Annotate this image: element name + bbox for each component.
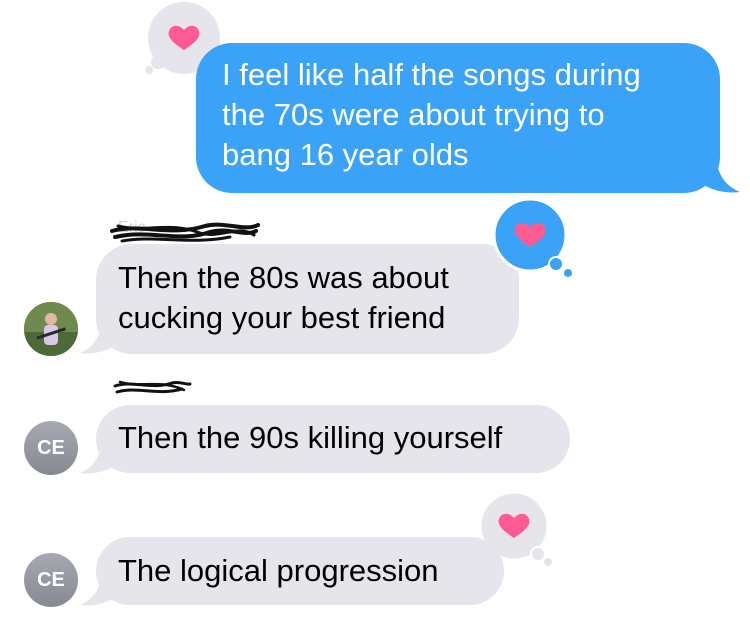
redaction-scribble bbox=[110, 222, 260, 243]
tapback-heart-incoming[interactable] bbox=[488, 196, 578, 280]
avatar[interactable]: CE bbox=[24, 553, 78, 607]
message-line: The logical progression bbox=[118, 553, 439, 588]
message-bubble-outgoing[interactable]: I feel like half the songs during the 70… bbox=[196, 43, 720, 193]
message-line: I feel like half the songs during bbox=[222, 57, 641, 92]
bubble-tail bbox=[80, 442, 120, 474]
bubble-tail bbox=[80, 574, 120, 606]
avatar-photo bbox=[24, 302, 78, 356]
message-line: Then the 90s killing yourself bbox=[118, 420, 503, 455]
message-line: Then the 80s was about bbox=[118, 260, 449, 295]
redaction-scribble bbox=[113, 380, 192, 394]
message-line: cucking your best friend bbox=[118, 300, 446, 335]
avatar[interactable]: CE bbox=[24, 421, 78, 475]
message-line: the 70s were about trying to bbox=[222, 97, 605, 132]
message-bubble-incoming[interactable]: The logical progression bbox=[96, 537, 504, 605]
message-bubble-incoming[interactable]: Then the 80s was about cucking your best… bbox=[96, 244, 519, 354]
message-bubble-incoming[interactable]: Then the 90s killing yourself bbox=[96, 405, 570, 473]
bubble-tail bbox=[80, 322, 120, 354]
avatar-initials: CE bbox=[37, 568, 65, 591]
avatar[interactable] bbox=[24, 302, 78, 356]
message-line: bang 16 year olds bbox=[222, 137, 469, 172]
avatar-initials: CE bbox=[37, 436, 65, 459]
bubble-tail bbox=[696, 158, 740, 193]
